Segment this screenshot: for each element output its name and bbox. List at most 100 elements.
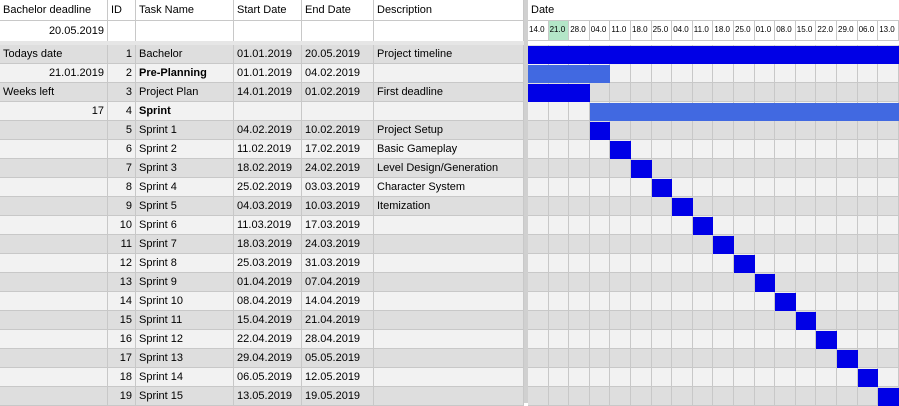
gantt-grid-cell[interactable]	[713, 349, 734, 368]
gantt-grid-cell[interactable]	[528, 121, 549, 140]
gantt-grid-cell[interactable]	[692, 311, 714, 330]
gantt-grid-cell[interactable]	[775, 254, 796, 273]
task-start-cell[interactable]: 29.04.2019	[234, 349, 302, 368]
timeline-date-cell[interactable]: 25.0	[734, 21, 755, 41]
task-start-cell[interactable]	[234, 102, 302, 121]
side-cell[interactable]	[0, 121, 108, 140]
task-name-cell[interactable]: Sprint 11	[136, 311, 234, 330]
gantt-grid-cell[interactable]	[795, 292, 817, 311]
gantt-grid-cell[interactable]	[816, 159, 837, 178]
gantt-grid-cell[interactable]	[857, 330, 879, 349]
gantt-grid-cell[interactable]	[672, 254, 693, 273]
gantt-grid-cell[interactable]	[528, 311, 549, 330]
gantt-grid-cell[interactable]	[713, 292, 734, 311]
side-cell[interactable]	[0, 311, 108, 330]
timeline-date-cell[interactable]: 04.0	[589, 21, 611, 41]
gantt-grid-cell[interactable]	[857, 387, 879, 406]
gantt-grid-cell[interactable]	[795, 273, 817, 292]
gantt-grid-cell[interactable]	[837, 330, 858, 349]
gantt-grid-cell[interactable]	[610, 83, 631, 102]
task-name-cell[interactable]: Project Plan	[136, 83, 234, 102]
gantt-grid-cell[interactable]	[775, 64, 796, 83]
gantt-grid-cell[interactable]	[692, 178, 714, 197]
side-cell[interactable]	[0, 254, 108, 273]
task-name-cell[interactable]: Sprint 13	[136, 349, 234, 368]
gantt-grid-cell[interactable]	[795, 197, 817, 216]
task-name-cell[interactable]: Sprint 8	[136, 254, 234, 273]
side-cell[interactable]	[0, 216, 108, 235]
side-cell[interactable]	[0, 140, 108, 159]
gantt-grid-cell[interactable]	[672, 368, 693, 387]
gantt-grid-cell[interactable]	[754, 178, 776, 197]
gantt-grid-cell[interactable]	[672, 330, 693, 349]
timeline-date-cell[interactable]: 11.0	[692, 21, 714, 41]
task-id-cell[interactable]: 4	[108, 102, 136, 121]
task-end-cell[interactable]: 03.03.2019	[302, 178, 374, 197]
gantt-grid-cell[interactable]	[837, 254, 858, 273]
gantt-grid-cell[interactable]	[589, 235, 611, 254]
gantt-grid-cell[interactable]	[610, 387, 631, 406]
task-description-cell[interactable]: First deadline	[374, 83, 524, 102]
gantt-grid-cell[interactable]	[548, 235, 570, 254]
gantt-grid-cell[interactable]	[589, 140, 611, 159]
gantt-grid-cell[interactable]	[837, 387, 858, 406]
gantt-grid-cell[interactable]	[878, 349, 899, 368]
gantt-grid-cell[interactable]	[610, 121, 631, 140]
gantt-grid-cell[interactable]	[795, 121, 817, 140]
gantt-grid-cell[interactable]	[878, 178, 899, 197]
gantt-grid-cell[interactable]	[878, 140, 899, 159]
task-start-cell[interactable]: 14.01.2019	[234, 83, 302, 102]
task-id-cell[interactable]: 1	[108, 45, 136, 64]
task-start-cell[interactable]: 25.03.2019	[234, 254, 302, 273]
gantt-grid-cell[interactable]	[816, 349, 837, 368]
gantt-grid-cell[interactable]	[631, 387, 652, 406]
gantt-grid-cell[interactable]	[816, 235, 837, 254]
gantt-grid-cell[interactable]	[734, 178, 755, 197]
gantt-grid-cell[interactable]	[734, 292, 755, 311]
gantt-grid-cell[interactable]	[837, 368, 858, 387]
gantt-grid-cell[interactable]	[528, 292, 549, 311]
task-start-cell[interactable]: 15.04.2019	[234, 311, 302, 330]
description-header[interactable]: Description	[374, 0, 524, 21]
gantt-grid-cell[interactable]	[589, 311, 611, 330]
task-description-cell[interactable]	[374, 387, 524, 406]
task-start-cell[interactable]: 06.05.2019	[234, 368, 302, 387]
gantt-grid-cell[interactable]	[589, 330, 611, 349]
gantt-grid-cell[interactable]	[692, 159, 714, 178]
timeline-date-cell[interactable]: 08.0	[775, 21, 796, 41]
gantt-grid-cell[interactable]	[692, 235, 714, 254]
side-cell[interactable]	[0, 292, 108, 311]
gantt-grid-cell[interactable]	[734, 140, 755, 159]
task-description-cell[interactable]	[374, 368, 524, 387]
gantt-grid-cell[interactable]	[775, 178, 796, 197]
gantt-grid-cell[interactable]	[589, 273, 611, 292]
task-id-cell[interactable]: 7	[108, 159, 136, 178]
gantt-grid-cell[interactable]	[589, 178, 611, 197]
gantt-grid-cell[interactable]	[548, 121, 570, 140]
gantt-grid-cell[interactable]	[795, 159, 817, 178]
gantt-grid-cell[interactable]	[857, 197, 879, 216]
gantt-grid-cell[interactable]	[857, 311, 879, 330]
gantt-grid-cell[interactable]	[775, 121, 796, 140]
gantt-grid-cell[interactable]	[631, 235, 652, 254]
gantt-grid-cell[interactable]	[528, 197, 549, 216]
gantt-grid-cell[interactable]	[631, 178, 652, 197]
task-description-cell[interactable]	[374, 64, 524, 83]
gantt-grid-cell[interactable]	[528, 102, 549, 121]
gantt-grid-cell[interactable]	[548, 102, 570, 121]
gantt-grid-cell[interactable]	[631, 83, 652, 102]
gantt-grid-cell[interactable]	[795, 140, 817, 159]
gantt-grid-cell[interactable]	[692, 292, 714, 311]
gantt-grid-cell[interactable]	[795, 178, 817, 197]
gantt-grid-cell[interactable]	[878, 254, 899, 273]
gantt-grid-cell[interactable]	[816, 197, 837, 216]
gantt-grid-cell[interactable]	[713, 368, 734, 387]
gantt-grid-cell[interactable]	[816, 387, 837, 406]
gantt-grid-cell[interactable]	[713, 387, 734, 406]
gantt-grid-cell[interactable]	[548, 197, 570, 216]
side-cell[interactable]	[0, 178, 108, 197]
task-id-cell[interactable]: 8	[108, 178, 136, 197]
task-end-cell[interactable]: 20.05.2019	[302, 45, 374, 64]
start-date-header[interactable]: Start Date	[234, 0, 302, 21]
todays-date-value[interactable]: 21.01.2019	[0, 64, 108, 83]
